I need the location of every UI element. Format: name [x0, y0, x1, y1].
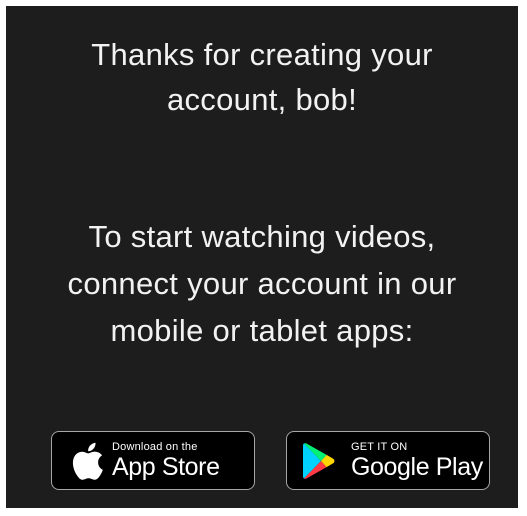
thanks-line-1: Thanks for creating your: [91, 37, 433, 72]
google-play-label: GET IT ON Google Play: [351, 441, 483, 481]
app-store-big-text: App Store: [112, 452, 220, 481]
app-store-button[interactable]: Download on the App Store: [51, 431, 255, 490]
google-play-small-text: GET IT ON: [351, 440, 408, 453]
instructions-line-3: mobile or tablet apps:: [110, 313, 414, 348]
apple-icon: [68, 441, 106, 481]
app-store-small-text: Download on the: [112, 440, 198, 453]
thanks-line-2: account, bob!: [166, 82, 358, 117]
google-play-big-text: Google Play: [351, 452, 483, 481]
confirmation-panel: Thanks for creating your account, bob! T…: [6, 6, 518, 508]
instructions-line-1: To start watching videos,: [88, 219, 436, 254]
google-play-button[interactable]: GET IT ON Google Play: [286, 431, 490, 490]
thanks-heading: Thanks for creating your account, bob!: [6, 32, 518, 122]
instructions-line-2: connect your account in our: [67, 266, 457, 301]
app-store-label: Download on the App Store: [112, 441, 220, 481]
instructions-text: To start watching videos, connect your a…: [6, 213, 518, 354]
google-play-icon: [299, 442, 339, 480]
